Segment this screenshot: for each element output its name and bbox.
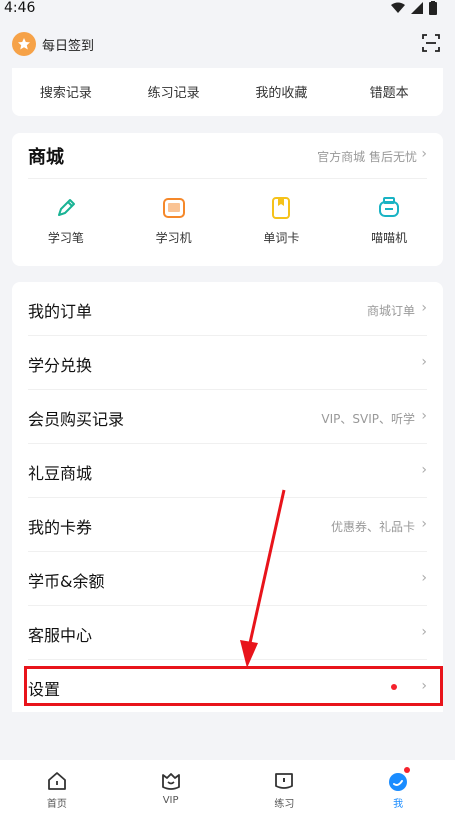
tab-label: 练习	[274, 799, 295, 810]
tablet-icon	[162, 198, 185, 218]
menu-label: 我的卡券	[28, 518, 93, 537]
tab-label: VIP	[162, 795, 179, 806]
menu-label: 客服中心	[28, 626, 93, 645]
practice-icon	[275, 773, 294, 789]
wrong-answers-link[interactable]: 错题本	[339, 82, 439, 101]
chevron-right-icon: ›	[421, 462, 427, 478]
mall-header[interactable]: 商城 官方商城 售后无忧 ›	[28, 133, 427, 179]
chevron-right-icon: ›	[421, 624, 427, 640]
mall-title: 商城	[28, 147, 64, 168]
menu-row-my-coupons[interactable]: 我的卡券 优惠券、礼品卡 ›	[28, 498, 427, 552]
top-bar: 每日签到	[0, 24, 455, 68]
menu-label: 我的订单	[28, 302, 93, 321]
menu-row-my-orders[interactable]: 我的订单 商城订单 ›	[28, 282, 427, 336]
highlight-box	[24, 666, 443, 706]
menu-label: 会员购买记录	[28, 410, 125, 429]
chevron-right-icon: ›	[421, 516, 427, 532]
bottom-tab-bar: 首页 VIP 练习 我	[0, 760, 455, 816]
word-card-icon	[272, 197, 291, 219]
records-card: 搜索记录 练习记录 我的收藏 错题本	[12, 68, 443, 116]
menu-hint: 商城订单	[366, 304, 415, 318]
menu-row-coins-balance[interactable]: 学币&余额 ›	[28, 552, 427, 606]
mall-item-word-card[interactable]: 单词卡	[228, 179, 336, 265]
chevron-right-icon: ›	[421, 408, 427, 424]
pen-icon	[57, 199, 75, 216]
wifi-icon	[391, 2, 405, 13]
printer-icon	[379, 197, 400, 217]
mall-item-tablet[interactable]: 学习机	[120, 179, 228, 265]
mall-item-label: 学习笔	[47, 231, 84, 245]
tab-label: 我	[393, 799, 404, 810]
practice-history-link[interactable]: 练习记录	[124, 82, 224, 101]
tab-practice[interactable]: 练习	[228, 760, 342, 816]
tab-profile[interactable]: 我	[341, 760, 455, 816]
home-icon	[47, 772, 66, 790]
menu-label: 学币&余额	[28, 572, 105, 591]
daily-checkin-button[interactable]: 每日签到	[12, 32, 94, 56]
search-history-link[interactable]: 搜索记录	[16, 82, 116, 101]
tab-label: 首页	[46, 799, 67, 810]
vip-icon	[161, 773, 180, 790]
status-icons	[391, 1, 437, 15]
mall-item-pen[interactable]: 学习笔	[12, 179, 120, 265]
tab-vip[interactable]: VIP	[114, 760, 228, 816]
menu-row-credit-exchange[interactable]: 学分兑换 ›	[28, 336, 427, 390]
mall-subtitle: 官方商城 售后无忧	[317, 150, 417, 164]
chevron-right-icon: ›	[421, 300, 427, 316]
mall-item-printer[interactable]: 喵喵机	[335, 179, 443, 265]
menu-hint: VIP、SVIP、听学	[321, 412, 415, 426]
checkin-label: 每日签到	[42, 38, 95, 54]
chevron-right-icon: ›	[421, 146, 427, 162]
mall-item-label: 单词卡	[263, 231, 300, 245]
mall-item-label: 学习机	[155, 231, 192, 245]
star-icon	[12, 32, 36, 56]
battery-icon	[429, 1, 437, 15]
chevron-right-icon: ›	[421, 354, 427, 370]
tab-home[interactable]: 首页	[0, 760, 114, 816]
notification-dot	[404, 767, 411, 773]
menu-card: 我的订单 商城订单 › 学分兑换 › 会员购买记录 VIP、SVIP、听学 › …	[12, 282, 443, 712]
chevron-right-icon: ›	[421, 570, 427, 586]
status-time: 4:46	[4, 0, 36, 16]
favorites-link[interactable]: 我的收藏	[231, 82, 331, 101]
menu-label: 礼豆商城	[28, 464, 93, 483]
mall-card: 商城 官方商城 售后无忧 › 学习笔 学习机 单词卡 喵喵机	[12, 133, 443, 266]
signal-icon	[411, 2, 423, 14]
profile-icon	[389, 773, 408, 791]
scan-icon[interactable]	[421, 33, 441, 53]
status-bar: 4:46	[0, 0, 455, 20]
menu-row-customer-service[interactable]: 客服中心 ›	[28, 606, 427, 660]
menu-row-gift-bean-mall[interactable]: 礼豆商城 ›	[28, 444, 427, 498]
menu-label: 学分兑换	[28, 356, 93, 375]
menu-hint: 优惠券、礼品卡	[330, 520, 415, 534]
mall-item-label: 喵喵机	[371, 231, 408, 245]
menu-row-membership-records[interactable]: 会员购买记录 VIP、SVIP、听学 ›	[28, 390, 427, 444]
